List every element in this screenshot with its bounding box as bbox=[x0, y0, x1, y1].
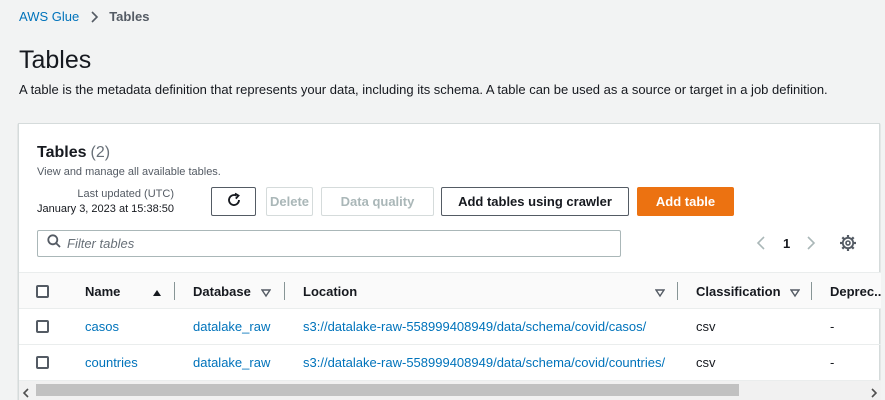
refresh-button[interactable] bbox=[211, 187, 256, 216]
column-header-classification[interactable]: Classification bbox=[678, 273, 812, 309]
page-number[interactable]: 1 bbox=[783, 236, 790, 251]
location-link[interactable]: s3://datalake-raw-558999408949/data/sche… bbox=[303, 345, 665, 380]
column-header-name[interactable]: Name bbox=[67, 273, 175, 309]
table-count: (2) bbox=[90, 144, 111, 161]
pagination-prev-icon[interactable] bbox=[754, 235, 768, 251]
breadcrumb: AWS Glue Tables bbox=[19, 9, 149, 24]
scroll-left-arrow-icon[interactable] bbox=[22, 385, 30, 400]
refresh-icon bbox=[226, 192, 242, 211]
delete-button[interactable]: Delete bbox=[266, 187, 313, 216]
row-checkbox[interactable] bbox=[36, 356, 49, 369]
filter-box bbox=[37, 230, 621, 257]
pagination: 1 bbox=[754, 232, 818, 254]
row-checkbox-cell bbox=[36, 345, 49, 380]
row-checkbox-cell bbox=[36, 309, 49, 344]
column-header-deprecated[interactable]: Deprec... bbox=[812, 273, 881, 309]
database-link[interactable]: datalake_raw bbox=[193, 345, 270, 380]
add-tables-crawler-button[interactable]: Add tables using crawler bbox=[441, 187, 629, 216]
panel-title-text: Tables bbox=[37, 144, 87, 161]
breadcrumb-aws-glue-link[interactable]: AWS Glue bbox=[19, 9, 79, 24]
column-label-classification: Classification bbox=[696, 283, 781, 299]
column-header-location[interactable]: Location bbox=[285, 273, 678, 309]
sort-ascending-icon bbox=[152, 286, 162, 296]
deprecated-cell: - bbox=[830, 355, 835, 370]
sort-caret-down-icon bbox=[654, 286, 666, 298]
scrollbar-thumb[interactable] bbox=[36, 384, 739, 396]
tables-table: Name Database Location Classification De… bbox=[19, 272, 881, 400]
table-row: countries datalake_raw s3://datalake-raw… bbox=[19, 345, 881, 381]
page-title: Tables bbox=[19, 46, 92, 74]
column-label-database: Database bbox=[193, 283, 251, 299]
horizontal-scrollbar[interactable] bbox=[19, 381, 881, 400]
table-row: casos datalake_raw s3://datalake-raw-558… bbox=[19, 309, 881, 345]
classification-cell: csv bbox=[696, 355, 716, 370]
panel-subtitle: View and manage all available tables. bbox=[37, 166, 221, 178]
panel-title: Tables (2) bbox=[37, 144, 110, 161]
column-label-location: Location bbox=[303, 283, 358, 299]
chevron-right-icon bbox=[89, 10, 100, 24]
gear-icon[interactable] bbox=[839, 234, 857, 252]
row-checkbox[interactable] bbox=[36, 320, 49, 333]
table-header: Name Database Location Classification De… bbox=[19, 272, 881, 309]
sort-caret-down-icon bbox=[789, 286, 801, 298]
page-description: A table is the metadata definition that … bbox=[19, 82, 828, 97]
select-all-checkbox[interactable] bbox=[36, 284, 49, 298]
column-label-deprecated: Deprec... bbox=[830, 283, 881, 299]
column-header-database[interactable]: Database bbox=[175, 273, 285, 309]
pagination-next-icon[interactable] bbox=[804, 235, 818, 251]
last-updated-label: Last updated (UTC) bbox=[77, 188, 174, 200]
classification-cell: csv bbox=[696, 319, 716, 334]
breadcrumb-current: Tables bbox=[109, 9, 150, 24]
panel-header: Tables (2) bbox=[37, 144, 110, 162]
last-updated-value: January 3, 2023 at 15:38:50 bbox=[37, 203, 174, 215]
select-all-checkbox-cell bbox=[36, 273, 49, 309]
table-name-link[interactable]: countries bbox=[85, 345, 138, 380]
sort-caret-down-icon bbox=[260, 286, 272, 298]
scroll-right-arrow-icon[interactable] bbox=[870, 385, 878, 400]
last-updated: Last updated (UTC) January 3, 2023 at 15… bbox=[37, 187, 174, 217]
add-table-button[interactable]: Add table bbox=[637, 187, 734, 216]
location-link[interactable]: s3://datalake-raw-558999408949/data/sche… bbox=[303, 309, 646, 344]
column-label-name: Name bbox=[85, 283, 121, 299]
filter-tables-input[interactable] bbox=[67, 236, 607, 251]
tables-panel: Tables (2) View and manage all available … bbox=[18, 123, 881, 400]
database-link[interactable]: datalake_raw bbox=[193, 309, 270, 344]
data-quality-button[interactable]: Data quality bbox=[321, 187, 434, 216]
search-icon bbox=[47, 234, 61, 253]
table-name-link[interactable]: casos bbox=[85, 309, 119, 344]
deprecated-cell: - bbox=[830, 319, 835, 334]
